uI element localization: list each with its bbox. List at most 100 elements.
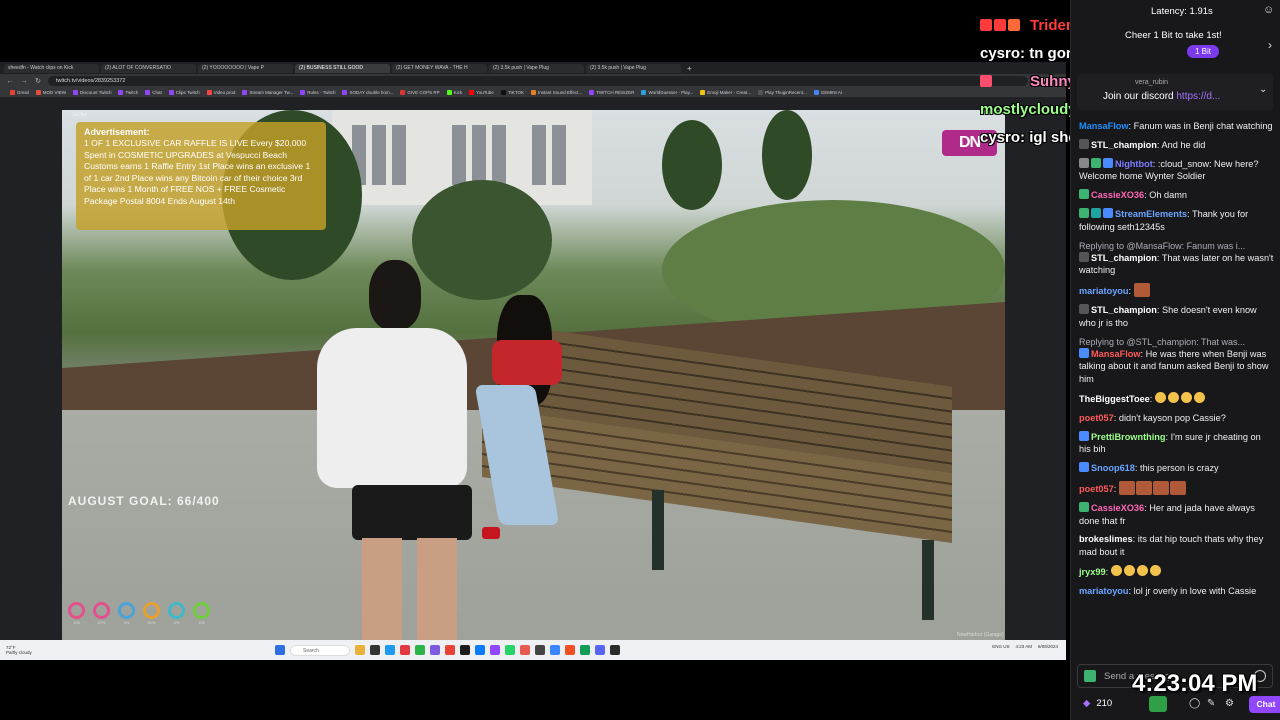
back-icon[interactable]: ← <box>6 78 14 85</box>
app-icon[interactable] <box>475 645 485 655</box>
pencil-icon[interactable]: ✎ <box>1207 698 1215 709</box>
app-icon[interactable] <box>430 645 440 655</box>
browser-tab[interactable]: (2) GET MONEY WAVA - THE H <box>392 63 487 73</box>
bookmark[interactable]: Video prod <box>206 90 235 95</box>
chevron-down-icon[interactable]: ⌄ <box>1259 84 1267 95</box>
reload-icon[interactable]: ↻ <box>34 77 42 85</box>
app-icon[interactable] <box>550 645 560 655</box>
browser-tab[interactable]: sheedfn - Watch clips on Kick <box>4 63 99 73</box>
reply-context[interactable]: Replying to @MansaFlow: Fanum was i... <box>1079 240 1275 252</box>
forward-icon[interactable]: → <box>20 78 28 85</box>
app-icon[interactable] <box>580 645 590 655</box>
chat-username[interactable]: StreamElements <box>1115 209 1187 219</box>
url-field[interactable]: twitch.tv/videos/2839253372 <box>48 76 1029 86</box>
app-icon[interactable] <box>385 645 395 655</box>
chat-message[interactable]: MansaFlow: Fanum was in Benji chat watch… <box>1079 120 1275 133</box>
chat-message[interactable]: STL_champion: That was later on he wasn'… <box>1079 251 1275 278</box>
bookmark[interactable]: Emoji Maker - Creat... <box>700 90 751 95</box>
bookmark[interactable]: MOD VIEW <box>35 90 66 95</box>
bookmark[interactable]: Chat <box>145 90 162 95</box>
chat-username[interactable]: Snoop618 <box>1091 463 1135 473</box>
bookmark[interactable]: Instant Sound Effect... <box>530 90 582 95</box>
bookmark[interactable]: Twitch <box>118 90 138 95</box>
chat-send-button[interactable]: Chat <box>1249 696 1280 713</box>
chat-message[interactable]: brokeslimes: its dat hip touch thats why… <box>1079 533 1275 559</box>
users-icon[interactable]: ☺ <box>1263 4 1274 16</box>
app-icon[interactable] <box>520 645 530 655</box>
pinned-message[interactable]: vera_rubin Join our discord https://d...… <box>1077 74 1273 110</box>
bookmark[interactable]: GEMINI AI <box>813 90 842 95</box>
bookmark[interactable]: YouTube <box>469 90 494 95</box>
start-icon[interactable] <box>275 645 285 655</box>
bookmark[interactable]: Rules - Twitch <box>300 90 335 95</box>
app-icon[interactable] <box>505 645 515 655</box>
chat-username[interactable]: Nightbot <box>1115 159 1153 169</box>
new-tab-icon[interactable]: + <box>683 64 696 73</box>
bookmark[interactable]: Stream Manager Tw... <box>242 90 293 95</box>
chat-message[interactable]: PrettiBrownthing: I'm sure jr cheating o… <box>1079 430 1275 457</box>
tray-date[interactable]: 8/08/2024 <box>1038 644 1058 649</box>
chat-message[interactable]: poet057: didn't kayson pop Cassie? <box>1079 412 1275 425</box>
app-icon[interactable] <box>610 645 620 655</box>
app-icon[interactable] <box>535 645 545 655</box>
chat-username[interactable]: mariatoyou <box>1079 586 1129 596</box>
chat-message[interactable]: CassieXO36: Oh damn <box>1079 189 1275 202</box>
shield-icon[interactable]: ◯ <box>1189 698 1200 709</box>
chat-username[interactable]: STL_champion <box>1091 140 1157 150</box>
app-icon[interactable] <box>415 645 425 655</box>
chat-message[interactable]: mariatoyou: <box>1079 283 1275 298</box>
twitch-icon[interactable] <box>490 645 500 655</box>
chat-username[interactable]: STL_champion <box>1091 305 1157 315</box>
channel-points[interactable]: ◆ 210 <box>1083 698 1112 709</box>
badge-icon[interactable] <box>1084 670 1096 682</box>
chat-message[interactable]: mariatoyou: lol jr overly in love with C… <box>1079 585 1275 598</box>
browser-tab[interactable]: (2) ALOT OF CONVERSATIO <box>101 63 196 73</box>
discord-link[interactable]: https://d... <box>1176 91 1220 102</box>
tray-language[interactable]: ENG US <box>992 644 1009 649</box>
app-icon[interactable] <box>565 645 575 655</box>
app-icon[interactable] <box>400 645 410 655</box>
chat-username[interactable]: MansaFlow <box>1079 121 1129 131</box>
bookmark[interactable]: Discount Twitch <box>73 90 111 95</box>
chat-username[interactable]: MansaFlow <box>1091 349 1141 359</box>
chat-username[interactable]: mariatoyou <box>1079 286 1129 296</box>
bookmark[interactable]: Play ThuginRecent... <box>758 90 807 95</box>
chrome-icon[interactable] <box>445 645 455 655</box>
chat-username[interactable]: PrettiBrownthing <box>1091 432 1166 442</box>
bookmark[interactable]: WorldGuesser - Play... <box>641 90 693 95</box>
chat-username[interactable]: poet057 <box>1079 413 1114 423</box>
bookmark[interactable]: TWITCH RESIZER <box>589 90 634 95</box>
app-icon[interactable] <box>460 645 470 655</box>
chat-username[interactable]: STL_champion <box>1091 253 1157 263</box>
app-icon[interactable] <box>370 645 380 655</box>
chat-username[interactable]: CassieXO36 <box>1091 190 1144 200</box>
chat-message[interactable]: STL_champion: And he did <box>1079 138 1275 152</box>
chevron-right-icon[interactable]: › <box>1268 38 1272 52</box>
bookmark[interactable]: Clips Twitch <box>168 90 200 95</box>
game-viewport[interactable]: 3d1fps Advertisement: 1 OF 1 EXCLUSIVE C… <box>62 110 1005 640</box>
chat-message[interactable]: MansaFlow: He was there when Benji was t… <box>1079 347 1275 386</box>
gift-icon[interactable] <box>1149 696 1167 712</box>
chat-message[interactable]: Snoop618: this person is crazy <box>1079 462 1275 475</box>
taskbar-search[interactable]: Search <box>290 644 350 656</box>
chat-username[interactable]: poet057 <box>1079 484 1114 494</box>
chat-username[interactable]: CassieXO36 <box>1091 503 1144 513</box>
discord-icon[interactable] <box>595 645 605 655</box>
chat-message[interactable]: jryx99: <box>1079 564 1275 579</box>
browser-tab[interactable]: (2) 3.5k push | Vape Plug <box>586 63 681 73</box>
chat-message[interactable]: StreamElements: Thank you for following … <box>1079 207 1275 234</box>
chat-message[interactable]: TheBiggestToee: <box>1079 391 1275 406</box>
bookmark[interactable]: Gmail <box>10 90 29 95</box>
weather-widget[interactable]: 72°F Partly cloudy <box>0 645 60 655</box>
bookmark[interactable]: SODAY double hom... <box>342 90 393 95</box>
bookmark[interactable]: TIKTOK <box>500 90 524 95</box>
bit-pill[interactable]: 1 Bit <box>1187 45 1220 58</box>
chat-username[interactable]: brokeslimes <box>1079 534 1133 544</box>
browser-tab[interactable]: (2) 3.5k push | Vape Plug <box>489 63 584 73</box>
file-explorer-icon[interactable] <box>355 645 365 655</box>
bookmark[interactable]: Kick <box>446 90 462 95</box>
chat-message[interactable]: STL_champion: She doesn't even know who … <box>1079 303 1275 330</box>
gear-icon[interactable]: ⚙ <box>1225 698 1234 709</box>
chat-message[interactable]: CassieXO36: Her and jada have always don… <box>1079 501 1275 528</box>
reply-context[interactable]: Replying to @STL_champion: That was... <box>1079 336 1275 348</box>
